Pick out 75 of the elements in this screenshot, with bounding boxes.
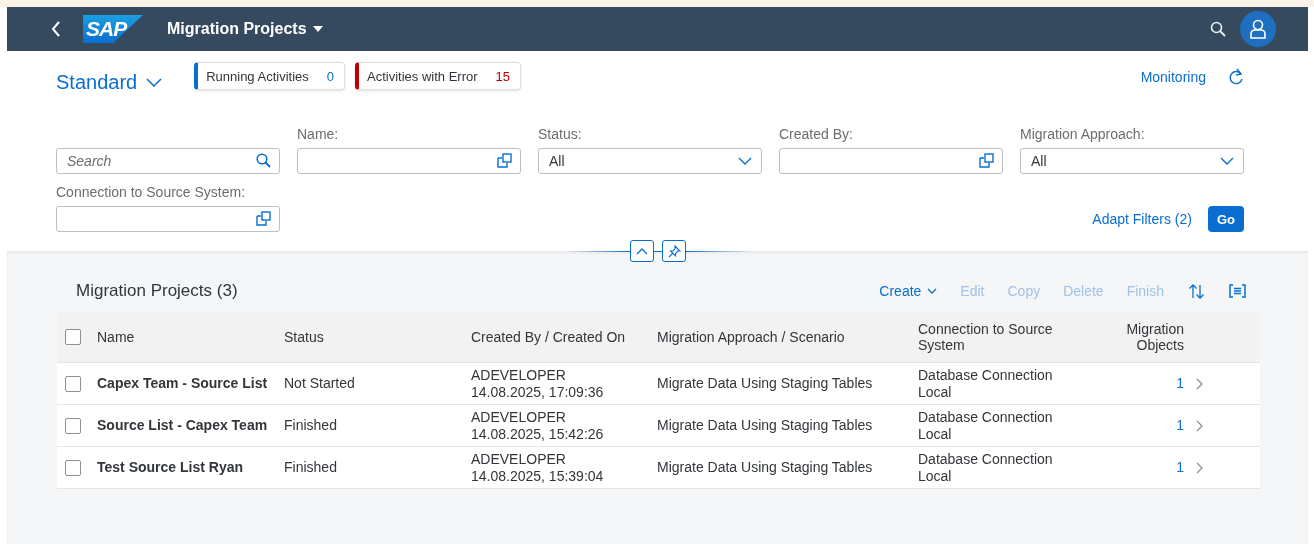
column-header: Created By / Created On xyxy=(471,328,627,346)
project-name: Test Source List Ryan xyxy=(97,459,244,476)
status-text: Finished xyxy=(284,417,338,434)
objects-count-link[interactable]: 1 xyxy=(1176,459,1186,476)
checkbox[interactable] xyxy=(65,459,81,476)
select-field[interactable]: All xyxy=(1020,148,1244,174)
pin-icon xyxy=(667,244,681,258)
create-menu-button[interactable]: Create xyxy=(879,283,938,299)
filter-label: Migration Approach: xyxy=(1020,126,1146,142)
objects-count-link[interactable]: 1 xyxy=(1176,375,1186,392)
caret-icon xyxy=(312,26,323,32)
created-by-text: ADEVELOPER xyxy=(471,367,567,384)
created-by-text: ADEVELOPER xyxy=(471,409,567,426)
chevron-down-icon xyxy=(927,288,938,294)
created-by-text: ADEVELOPER xyxy=(471,451,567,468)
checkbox[interactable] xyxy=(65,329,81,345)
filter-label: Connection to Source System: xyxy=(56,184,247,200)
chevron-up-icon xyxy=(636,247,648,255)
activity-indicator[interactable]: Running Activities 0 xyxy=(194,62,346,90)
value-help-icon[interactable] xyxy=(497,153,512,168)
status-text: Finished xyxy=(284,459,338,476)
monitoring-link[interactable]: Monitoring xyxy=(1140,69,1206,85)
filter-label: Status: xyxy=(538,126,583,142)
column-header: Name xyxy=(97,328,136,346)
created-on-text: 14.08.2025, 17:09:36 xyxy=(471,383,605,400)
status-text: Not Started xyxy=(284,375,356,392)
dropdown-icon[interactable] xyxy=(738,156,752,166)
table-title: Migration Projects (3) xyxy=(76,281,238,301)
connection-text: Database Connection Local xyxy=(918,409,1054,442)
activity-indicator[interactable]: Activities with Error 15 xyxy=(355,62,522,90)
adapt-filters-link[interactable]: Adapt Filters (2) xyxy=(1092,211,1192,227)
created-on-text: 14.08.2025, 15:39:04 xyxy=(471,467,605,484)
variant-selector[interactable]: Standard xyxy=(56,71,163,94)
search-field[interactable]: Search xyxy=(56,148,280,174)
column-header: Connection to Source System xyxy=(918,320,1054,354)
column-header: Migration Approach / Scenario xyxy=(657,328,846,346)
input-field[interactable] xyxy=(56,206,280,232)
connection-text: Database Connection Local xyxy=(918,367,1054,400)
user-avatar[interactable] xyxy=(1240,11,1276,47)
project-name: Capex Team - Source List xyxy=(97,375,269,392)
approach-text: Migrate Data Using Staging Tables xyxy=(657,375,874,392)
back-icon[interactable] xyxy=(51,21,61,37)
go-button[interactable]: Go xyxy=(1207,206,1244,232)
filter-label: Created By: xyxy=(779,126,854,142)
objects-count-link[interactable]: 1 xyxy=(1176,417,1186,434)
input-field[interactable] xyxy=(297,148,521,174)
pin-header-button[interactable] xyxy=(662,240,686,262)
chevron-right-icon[interactable] xyxy=(1196,377,1203,390)
search-icon[interactable] xyxy=(256,153,271,168)
approach-text: Migrate Data Using Staging Tables xyxy=(657,417,874,434)
dropdown-icon[interactable] xyxy=(1220,156,1234,166)
sap-logo: SAP xyxy=(83,15,143,43)
search-icon[interactable] xyxy=(1210,21,1226,37)
input-field[interactable] xyxy=(779,148,1003,174)
value-help-icon[interactable] xyxy=(979,153,994,168)
column-header: Status xyxy=(284,328,325,346)
approach-text: Migrate Data Using Staging Tables xyxy=(657,459,874,476)
refresh-icon[interactable] xyxy=(1228,68,1244,86)
chevron-right-icon[interactable] xyxy=(1196,419,1203,432)
sort-icon[interactable] xyxy=(1188,282,1205,300)
chevron-right-icon[interactable] xyxy=(1196,461,1203,474)
value-help-icon[interactable] xyxy=(256,211,271,226)
select-field[interactable]: All xyxy=(538,148,762,174)
app-title-menu[interactable]: Migration Projects xyxy=(167,20,323,38)
connection-text: Database Connection Local xyxy=(918,451,1054,484)
checkbox[interactable] xyxy=(65,375,81,392)
person-icon xyxy=(1249,19,1267,39)
created-on-text: 14.08.2025, 15:42:26 xyxy=(471,425,605,442)
filter-label: Name: xyxy=(297,126,340,142)
collapse-header-button[interactable] xyxy=(630,240,654,262)
chevron-down-icon xyxy=(146,78,163,87)
checkbox[interactable] xyxy=(65,417,81,434)
project-name: Source List - Capex Team xyxy=(97,417,269,434)
table-settings-icon[interactable] xyxy=(1229,284,1246,298)
column-header: Migration Objects xyxy=(1125,320,1185,354)
